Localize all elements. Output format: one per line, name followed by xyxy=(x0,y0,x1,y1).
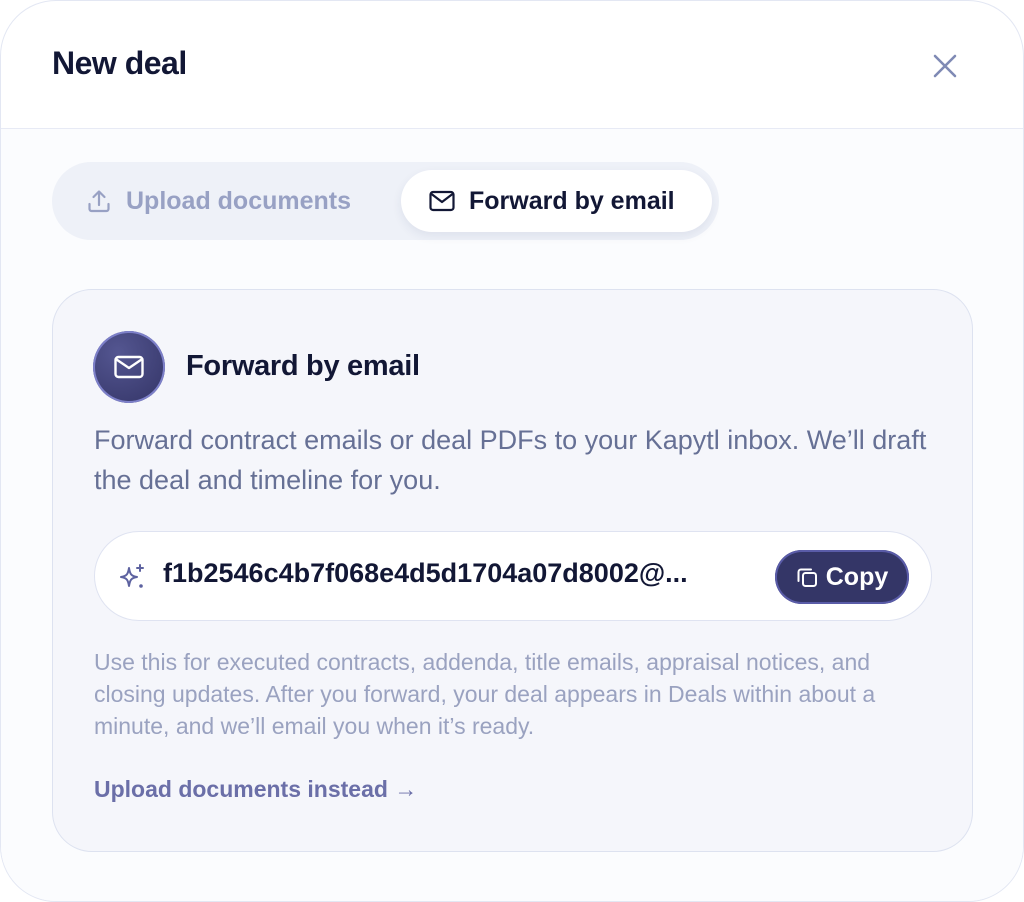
card-title: Forward by email xyxy=(186,350,420,382)
close-icon xyxy=(933,54,957,78)
sparkle-icon xyxy=(120,564,144,588)
tab-upload-label: Upload documents xyxy=(126,186,352,215)
copy-button[interactable]: Copy xyxy=(775,550,909,604)
modal-title: New deal xyxy=(52,45,187,81)
copy-label: Copy xyxy=(825,562,889,591)
copy-icon xyxy=(796,566,818,588)
tab-forward-by-email[interactable]: Forward by email xyxy=(401,170,712,232)
inbox-address-field: f1b2546c4b7f068e4d5d1704a07d8002@... Cop… xyxy=(94,531,932,621)
usage-note: Use this for executed contracts, addenda… xyxy=(94,649,876,739)
inbox-address[interactable]: f1b2546c4b7f068e4d5d1704a07d8002@... xyxy=(163,558,763,589)
mail-icon xyxy=(114,355,144,379)
new-deal-modal: New deal Upload documents Forward by ema… xyxy=(0,0,1024,902)
mail-icon xyxy=(429,190,455,212)
forward-email-card: Forward by email Forward contract emails… xyxy=(52,289,973,852)
card-description: Forward contract emails or deal PDFs to … xyxy=(94,425,927,495)
tab-upload-documents[interactable]: Upload documents xyxy=(86,170,351,232)
card-mail-badge xyxy=(93,331,165,403)
modal-body: Upload documents Forward by email Forwar… xyxy=(1,129,1023,901)
close-button[interactable] xyxy=(925,46,965,86)
upload-documents-instead-link[interactable]: Upload documents instead → xyxy=(94,776,417,803)
modal-header: New deal xyxy=(1,1,1023,129)
tab-email-label: Forward by email xyxy=(469,186,675,215)
tab-switcher: Upload documents Forward by email xyxy=(52,162,719,240)
upload-icon xyxy=(86,188,112,214)
